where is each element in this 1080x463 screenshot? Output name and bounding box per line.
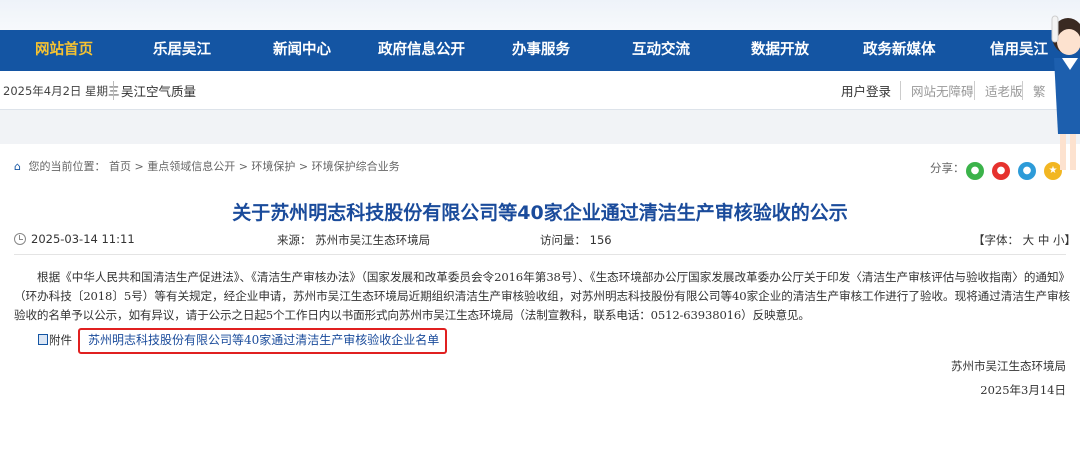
share-label: 分享： — [930, 161, 965, 175]
article-body: 根据《中华人民共和国清洁生产促进法》、《清洁生产审核办法》（国家发展和改革委员会… — [14, 270, 1070, 322]
current-date: 2025年4月2日 星期三 — [3, 84, 120, 98]
nav-news[interactable]: 新闻中心 — [273, 30, 331, 71]
main-nav: 网站首页 乐居吴江 新闻中心 政府信息公开 办事服务 互动交流 数据开放 政务新… — [0, 30, 1080, 71]
attachment-link[interactable]: 苏州明志科技股份有限公司等40家通过清洁生产审核验收企业名单 — [78, 328, 447, 354]
accessibility-link[interactable]: 网站无障碍 — [900, 81, 974, 100]
sign-date: 2025年3月14日 — [980, 383, 1066, 397]
breadcrumb-prefix: 您的当前位置： — [28, 160, 106, 173]
mascot-image — [1051, 15, 1080, 170]
article-source: 来源： 苏州市吴江生态环境局 — [277, 233, 431, 247]
font-large-button[interactable]: 大 — [1023, 233, 1035, 247]
nav-interaction[interactable]: 互动交流 — [632, 30, 690, 71]
attachment-label: 附件 — [38, 332, 72, 348]
nav-lejuwujiang[interactable]: 乐居吴江 — [153, 30, 211, 71]
wechat-share-icon[interactable]: ● — [966, 162, 984, 180]
signer: 苏州市吴江生态环境局 — [951, 359, 1066, 373]
font-small-button[interactable]: 小】 — [1053, 233, 1076, 247]
nav-gov-info[interactable]: 政府信息公开 — [378, 30, 465, 71]
nav-services[interactable]: 办事服务 — [512, 30, 570, 71]
publish-date: 2025-03-14 11:11 — [31, 232, 135, 246]
font-size-control: 【字体： 大 中 小】 — [973, 232, 1076, 248]
qq-share-icon[interactable]: ● — [1018, 162, 1036, 180]
font-medium-button[interactable]: 中 — [1038, 233, 1050, 247]
home-icon: ⌂ — [14, 160, 21, 173]
nav-new-media[interactable]: 政务新媒体 — [863, 30, 936, 71]
clock-icon — [14, 233, 26, 245]
page-background — [0, 110, 1080, 144]
weibo-share-icon[interactable]: ● — [992, 162, 1010, 180]
login-link[interactable]: 用户登录 — [841, 81, 891, 100]
air-quality-link[interactable]: 吴江空气质量 — [113, 81, 196, 100]
breadcrumb-path[interactable]: 首页 > 重点领域信息公开 > 环境保护 > 环境保护综合业务 — [109, 160, 400, 173]
nav-open-data[interactable]: 数据开放 — [751, 30, 809, 71]
elderly-mode-link[interactable]: 适老版 — [974, 81, 1023, 100]
nav-home[interactable]: 网站首页 — [35, 30, 93, 71]
view-count: 访问量： 156 — [540, 233, 612, 247]
top-strip — [0, 0, 1080, 30]
page-title: 关于苏州明志科技股份有限公司等40家企业通过清洁生产审核验收的公示 — [232, 202, 848, 224]
info-bar: 2025年4月2日 星期三 吴江空气质量 用户登录 网站无障碍 适老版 繁 — [0, 71, 1080, 110]
divider — [14, 254, 1066, 255]
breadcrumb: ⌂ 您的当前位置： 首页 > 重点领域信息公开 > 环境保护 > 环境保护综合业… — [14, 158, 400, 174]
font-size-label: 【字体： — [973, 233, 1019, 247]
document-icon — [38, 334, 48, 345]
